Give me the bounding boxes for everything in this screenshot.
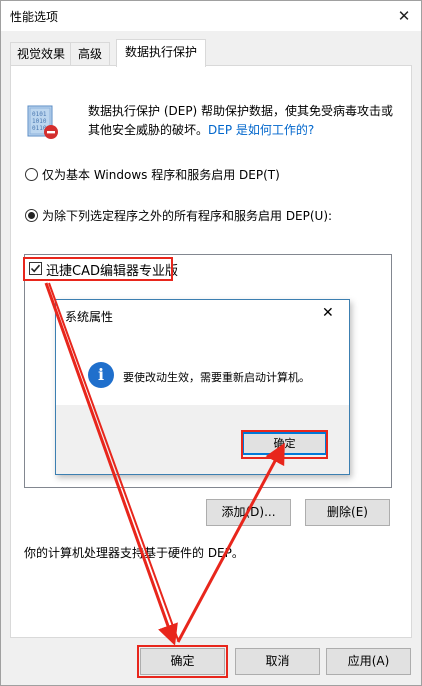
dialog-content-area: 系统属性 ✕ i 要使改动生效，需要重新启动计算机。: [56, 300, 349, 405]
performance-options-window: 性能选项 ✕ 视觉效果 高级 数据执行保护 0101 1010 0110 数据执…: [0, 0, 422, 686]
hardware-dep-status: 你的计算机处理器支持基于硬件的 DEP。: [24, 546, 244, 560]
tab-dep[interactable]: 数据执行保护: [116, 39, 206, 67]
dep-description: 数据执行保护 (DEP) 帮助保护数据，使其免受病毒攻击或其他安全威胁的破坏。D…: [88, 102, 398, 140]
dep-shield-icon: 0101 1010 0110: [27, 105, 58, 139]
title-bar: 性能选项 ✕: [1, 1, 421, 31]
radio-all-except-label: 为除下列选定程序之外的所有程序和服务启用 DEP(U):: [42, 209, 333, 223]
tab-visual-effects[interactable]: 视觉效果: [10, 42, 72, 65]
radio-all-except[interactable]: [25, 209, 38, 222]
highlight-box-ok: [137, 645, 228, 678]
cancel-button[interactable]: 取消: [235, 648, 320, 675]
tab-advanced[interactable]: 高级: [70, 42, 110, 65]
svg-text:1010: 1010: [32, 118, 47, 125]
radio-essential-only-label: 仅为基本 Windows 程序和服务启用 DEP(T): [42, 168, 280, 182]
add-button[interactable]: 添加(D)...: [206, 499, 291, 526]
close-icon[interactable]: ✕: [387, 3, 421, 29]
radio-selected-dot: [28, 212, 35, 219]
info-icon: i: [88, 362, 114, 388]
highlight-box-program: [23, 257, 173, 281]
remove-button[interactable]: 删除(E): [305, 499, 390, 526]
svg-text:0101: 0101: [32, 111, 47, 118]
highlight-box-dialog-ok: [241, 430, 328, 459]
dialog-message: 要使改动生效，需要重新启动计算机。: [123, 371, 310, 384]
apply-button[interactable]: 应用(A): [326, 648, 411, 675]
dep-help-link[interactable]: DEP 是如何工作的?: [208, 123, 314, 137]
window-title: 性能选项: [10, 10, 59, 24]
dialog-title: 系统属性: [65, 310, 114, 324]
dialog-close-icon[interactable]: ✕: [322, 305, 334, 321]
radio-essential-only[interactable]: [25, 168, 38, 181]
